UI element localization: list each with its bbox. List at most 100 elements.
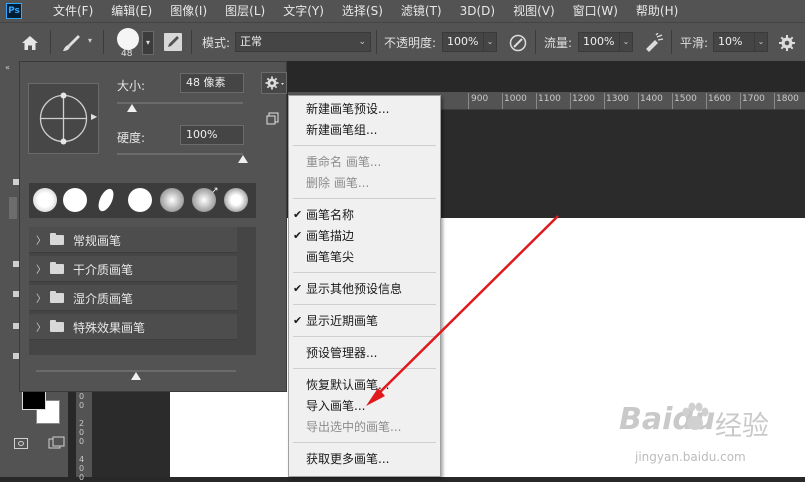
folder-general-brushes[interactable]: 〉 常规画笔: [29, 227, 237, 253]
opacity-input[interactable]: 100%: [442, 32, 484, 52]
brush-tip-hard-round-2[interactable]: [128, 188, 152, 212]
menu-item-get-more-brushes[interactable]: 获取更多画笔...: [289, 449, 440, 469]
flow-input[interactable]: 100%: [578, 32, 620, 52]
ruler-label: 1300: [606, 94, 629, 104]
screen-mode-icon[interactable]: [48, 436, 66, 452]
watermark-brand-cn: 经验: [715, 411, 769, 442]
menu-item-show-recent-brushes[interactable]: ✔ 显示近期画笔: [289, 311, 440, 331]
menu-item-brush-name[interactable]: ✔ 画笔名称: [289, 205, 440, 225]
brush-folder-list: 〉 常规画笔 〉 干介质画笔 〉 湿介质画笔 〉 特殊效果画笔: [29, 227, 256, 355]
menu-item-import-brushes[interactable]: 导入画笔...: [289, 396, 440, 416]
ruler-label: 1800: [776, 94, 799, 104]
ruler-label: 1200: [572, 94, 595, 104]
size-slider-thumb[interactable]: [127, 104, 138, 112]
ruler-label: 1700: [742, 94, 765, 104]
quick-mask-icon[interactable]: [14, 438, 28, 449]
brush-angle-roundness-preview[interactable]: [28, 83, 99, 154]
menu-file[interactable]: 文件(F): [44, 0, 102, 22]
tool-preset-chevron-icon[interactable]: ▾: [88, 36, 92, 45]
ruler-label: 1600: [708, 94, 731, 104]
menu-item-label: 导入画笔...: [306, 399, 366, 413]
brush-tip-soft-round-2[interactable]: [224, 188, 248, 212]
menu-select[interactable]: 选择(S): [333, 0, 392, 22]
folder-label: 特殊效果画笔: [73, 321, 146, 335]
brush-tip-airbrush[interactable]: [160, 188, 184, 212]
pressure-opacity-icon[interactable]: [508, 33, 528, 53]
size-label: 大小:: [117, 79, 146, 93]
ruler-label: 1100: [538, 94, 561, 104]
menu-item-brush-stroke[interactable]: ✔ 画笔描边: [289, 226, 440, 246]
checkmark-icon: ✔: [293, 282, 303, 295]
checkmark-icon: ✔: [293, 229, 303, 242]
menu-help[interactable]: 帮助(H): [627, 0, 687, 22]
preview-expand-arrow-icon[interactable]: ▶: [91, 112, 97, 121]
foreground-color-swatch[interactable]: [22, 390, 46, 410]
hardness-slider-thumb[interactable]: [238, 155, 248, 163]
menu-item-new-brush-group[interactable]: 新建画笔组...: [289, 120, 440, 140]
smoothing-options-gear-icon[interactable]: [778, 34, 796, 52]
menu-item-preset-manager[interactable]: 预设管理器...: [289, 343, 440, 363]
menu-item-brush-tip[interactable]: 画笔笔尖: [289, 247, 440, 267]
brush-tool-icon[interactable]: [60, 33, 82, 53]
brush-preset-picker-panel: ▶ 大小: 48 像素 硬度: 100% ↗ 〉 常规画笔 〉 干介质画笔 〉 …: [19, 61, 287, 392]
brush-tip-preview-icon[interactable]: [117, 28, 139, 50]
hardness-slider[interactable]: [117, 153, 243, 155]
flow-chevron-icon[interactable]: ⌄: [619, 32, 633, 52]
brush-picker-chevron-icon[interactable]: ▾: [142, 31, 154, 55]
folder-icon: [50, 320, 64, 332]
smoothing-input[interactable]: 10%: [713, 32, 755, 52]
photoshop-logo: Ps: [6, 3, 22, 19]
flow-label: 流量:: [544, 36, 573, 50]
pressure-arrow-icon: ↗: [211, 186, 219, 196]
chevron-right-icon: 〉: [36, 294, 46, 305]
panel-menu-button[interactable]: [261, 72, 287, 94]
menu-3d[interactable]: 3D(D): [451, 0, 504, 22]
airbrush-icon[interactable]: [643, 33, 665, 53]
collapse-panel-icon[interactable]: «: [5, 63, 10, 72]
paw-logo-icon: [682, 402, 709, 430]
mode-label: 模式:: [202, 36, 231, 50]
menu-item-label: 新建画笔组...: [306, 123, 378, 137]
new-preset-icon[interactable]: [266, 112, 280, 126]
menu-item-label: 恢复默认画笔...: [306, 378, 390, 392]
folder-wet-media-brushes[interactable]: 〉 湿介质画笔: [29, 285, 237, 311]
opacity-chevron-icon[interactable]: ⌄: [483, 32, 497, 52]
menu-item-new-brush-preset[interactable]: 新建画笔预设...: [289, 99, 440, 119]
menu-edit[interactable]: 编辑(E): [102, 0, 161, 22]
vertical-ruler-digits: 00200400: [79, 392, 85, 482]
menu-item-export-selected-brushes: 导出选中的画笔...: [289, 417, 440, 437]
mode-select[interactable]: 正常 ⌄: [235, 32, 371, 52]
menu-separator: [293, 336, 436, 337]
home-icon[interactable]: [21, 35, 39, 51]
menu-item-delete-brush: 删除 画笔...: [289, 173, 440, 193]
chevron-right-icon: 〉: [36, 265, 46, 276]
menu-filter[interactable]: 滤镜(T): [392, 0, 451, 22]
folder-dry-media-brushes[interactable]: 〉 干介质画笔: [29, 256, 237, 282]
brush-tip-soft-round[interactable]: [33, 188, 57, 212]
menu-separator: [293, 368, 436, 369]
menu-window[interactable]: 窗口(W): [564, 0, 627, 22]
menu-item-label: 画笔笔尖: [306, 250, 355, 264]
menu-type[interactable]: 文字(Y): [274, 0, 333, 22]
size-input[interactable]: 48 像素: [180, 73, 244, 93]
preview-size-slider-thumb[interactable]: [131, 372, 141, 380]
menu-item-restore-default-brushes[interactable]: 恢复默认画笔...: [289, 375, 440, 395]
folder-label: 湿介质画笔: [73, 292, 134, 306]
menu-layer[interactable]: 图层(L): [216, 0, 274, 22]
menu-item-label: 画笔描边: [306, 229, 355, 243]
ruler-label: 900: [471, 94, 489, 104]
brush-tip-hard-round[interactable]: [63, 188, 87, 212]
brush-settings-panel-icon[interactable]: [163, 32, 183, 52]
folder-special-effects-brushes[interactable]: 〉 特殊效果画笔: [29, 314, 237, 340]
brush-tip-ellipse[interactable]: [95, 186, 117, 214]
chevron-right-icon: 〉: [36, 323, 46, 334]
smoothing-chevron-icon[interactable]: ⌄: [754, 32, 768, 52]
opacity-label: 不透明度:: [384, 36, 437, 50]
menu-image[interactable]: 图像(I): [161, 0, 216, 22]
smoothing-label: 平滑:: [680, 36, 709, 50]
menu-view[interactable]: 视图(V): [504, 0, 564, 22]
hardness-input[interactable]: 100%: [180, 125, 244, 145]
menu-item-show-additional-preset-info[interactable]: ✔ 显示其他预设信息: [289, 279, 440, 299]
menu-bar: Ps 文件(F) 编辑(E) 图像(I) 图层(L) 文字(Y) 选择(S) 滤…: [0, 0, 805, 22]
menu-separator: [293, 198, 436, 199]
